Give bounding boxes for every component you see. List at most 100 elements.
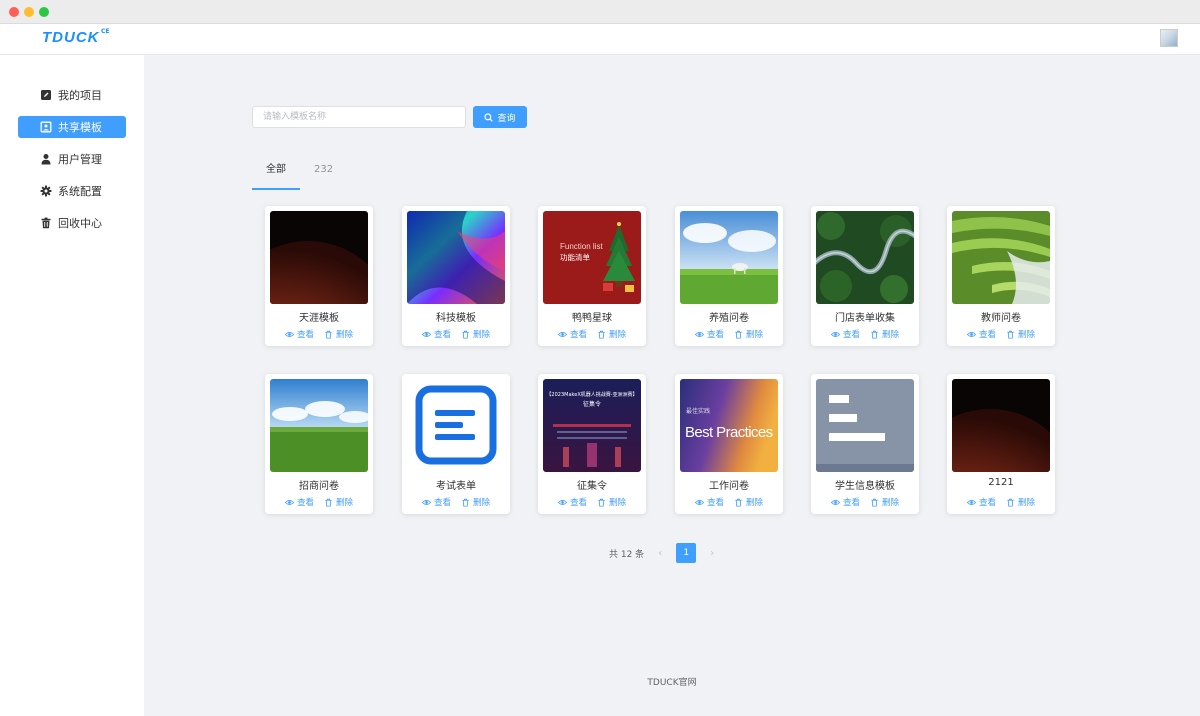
template-card[interactable]: 考试表单 查看 删除 xyxy=(402,374,510,514)
sidebar-item-shared-templates[interactable]: 共享模板 xyxy=(18,116,126,138)
tab-232[interactable]: 232 xyxy=(314,159,333,189)
user-avatar[interactable] xyxy=(1160,29,1178,47)
view-button[interactable]: 查看 xyxy=(557,496,587,508)
best-practices-cn: 最佳实践 xyxy=(686,407,710,415)
trash-icon xyxy=(1007,330,1014,339)
delete-button[interactable]: 删除 xyxy=(597,328,626,340)
view-button[interactable]: 查看 xyxy=(694,496,724,508)
template-card[interactable]: 养殖问卷 查看 删除 xyxy=(675,206,783,346)
trash-icon xyxy=(1007,498,1014,507)
sidebar-item-label: 用户管理 xyxy=(58,153,102,166)
contest-title: 【2023MakeX机器人挑战赛-亚洲洲赛】 xyxy=(546,391,637,398)
eye-icon xyxy=(694,331,704,337)
view-button[interactable]: 查看 xyxy=(557,328,587,340)
view-button[interactable]: 查看 xyxy=(830,496,860,508)
user-icon xyxy=(41,154,51,165)
trash-icon xyxy=(735,498,742,507)
eye-icon xyxy=(966,499,976,505)
eye-icon xyxy=(830,499,840,505)
template-thumbnail[interactable]: Function list 功能清单 xyxy=(543,211,641,304)
template-card[interactable]: 【2023MakeX机器人挑战赛-亚洲洲赛】 征集令 征集令 查看 删除 xyxy=(538,374,646,514)
template-card[interactable]: 学生信息模板 查看 删除 xyxy=(811,374,919,514)
template-name: 天涯模板 xyxy=(299,313,339,324)
app-logo[interactable]: TDUCK xyxy=(42,29,100,46)
template-name: 招商问卷 xyxy=(299,481,339,492)
delete-button[interactable]: 删除 xyxy=(461,328,490,340)
trash-icon xyxy=(325,498,332,507)
trash-icon xyxy=(598,330,605,339)
window-titlebar xyxy=(0,0,1200,24)
view-button[interactable]: 查看 xyxy=(421,496,451,508)
delete-button[interactable]: 删除 xyxy=(597,496,626,508)
view-button[interactable]: 查看 xyxy=(421,328,451,340)
edit-icon xyxy=(41,90,51,100)
template-card[interactable]: 教师问卷 查看 删除 xyxy=(947,206,1055,346)
template-thumbnail[interactable] xyxy=(270,211,368,304)
template-card[interactable]: 天涯模板 查看 删除 xyxy=(265,206,373,346)
delete-button[interactable]: 删除 xyxy=(324,496,353,508)
template-card[interactable]: 科技模板 查看 删除 xyxy=(402,206,510,346)
view-button[interactable]: 查看 xyxy=(966,496,996,508)
delete-button[interactable]: 删除 xyxy=(734,328,763,340)
best-practices-title: Best Practices xyxy=(685,424,773,441)
active-tab-indicator xyxy=(252,188,300,190)
template-name: 学生信息模板 xyxy=(835,481,895,492)
view-button[interactable]: 查看 xyxy=(830,328,860,340)
template-thumbnail[interactable] xyxy=(407,379,505,472)
minimize-window-button[interactable] xyxy=(24,7,34,17)
tab-all[interactable]: 全部 xyxy=(266,159,286,189)
delete-button[interactable]: 删除 xyxy=(870,496,899,508)
prev-page-button[interactable]: ‹ xyxy=(658,548,662,559)
template-card[interactable]: Function list 功能清单 鸭鸭星球 查看 删除 xyxy=(538,206,646,346)
delete-button[interactable]: 删除 xyxy=(734,496,763,508)
sidebar-item-user-management[interactable]: 用户管理 xyxy=(18,148,126,170)
template-card[interactable]: 招商问卷 查看 删除 xyxy=(265,374,373,514)
category-tabs: 全部 232 xyxy=(252,159,1152,191)
trash-icon xyxy=(325,330,332,339)
page-number-button[interactable]: 1 xyxy=(676,543,697,563)
sidebar-item-my-projects[interactable]: 我的项目 xyxy=(18,84,126,106)
view-button[interactable]: 查看 xyxy=(284,328,314,340)
next-page-button[interactable]: › xyxy=(710,548,714,559)
view-button[interactable]: 查看 xyxy=(284,496,314,508)
template-name: 教师问卷 xyxy=(981,313,1021,324)
template-thumbnail[interactable] xyxy=(407,211,505,304)
delete-button[interactable]: 删除 xyxy=(324,328,353,340)
template-thumbnail[interactable]: 最佳实践 Best Practices xyxy=(680,379,778,472)
trash-icon xyxy=(462,330,469,339)
delete-button[interactable]: 删除 xyxy=(461,496,490,508)
template-card[interactable]: 门店表单收集 查看 删除 xyxy=(811,206,919,346)
search-button[interactable]: 查询 xyxy=(473,106,527,128)
sidebar-item-recycle-center[interactable]: 回收中心 xyxy=(18,212,126,234)
sidebar: 我的项目 共享模板 用户管理 系统配置 回收中心 xyxy=(0,55,144,716)
template-thumbnail[interactable] xyxy=(270,379,368,472)
template-thumbnail[interactable] xyxy=(816,211,914,304)
sidebar-item-label: 系统配置 xyxy=(58,185,102,198)
search-icon xyxy=(484,112,494,122)
template-name: 考试表单 xyxy=(436,481,476,492)
template-thumbnail[interactable] xyxy=(952,211,1050,304)
zoom-window-button[interactable] xyxy=(39,7,49,17)
eye-icon xyxy=(421,331,431,337)
footer-link[interactable]: TDUCK官网 xyxy=(144,675,1200,688)
template-thumbnail[interactable] xyxy=(680,211,778,304)
delete-button[interactable]: 删除 xyxy=(1006,328,1035,340)
template-thumbnail[interactable] xyxy=(952,379,1050,472)
view-button[interactable]: 查看 xyxy=(966,328,996,340)
template-icon xyxy=(40,121,52,133)
template-card[interactable]: 2121 查看 删除 xyxy=(947,374,1055,514)
delete-button[interactable]: 删除 xyxy=(1006,496,1035,508)
eye-icon xyxy=(694,499,704,505)
delete-button[interactable]: 删除 xyxy=(870,328,899,340)
template-thumbnail[interactable]: 【2023MakeX机器人挑战赛-亚洲洲赛】 征集令 xyxy=(543,379,641,472)
eye-icon xyxy=(284,499,294,505)
sidebar-item-system-config[interactable]: 系统配置 xyxy=(18,180,126,202)
template-search-input[interactable] xyxy=(252,106,466,128)
close-window-button[interactable] xyxy=(9,7,19,17)
template-thumbnail[interactable] xyxy=(816,379,914,472)
template-card[interactable]: 最佳实践 Best Practices 工作问卷 查看 删除 xyxy=(675,374,783,514)
eye-icon xyxy=(421,499,431,505)
logo-edition: CE xyxy=(101,28,110,35)
view-button[interactable]: 查看 xyxy=(694,328,724,340)
eye-icon xyxy=(557,331,567,337)
